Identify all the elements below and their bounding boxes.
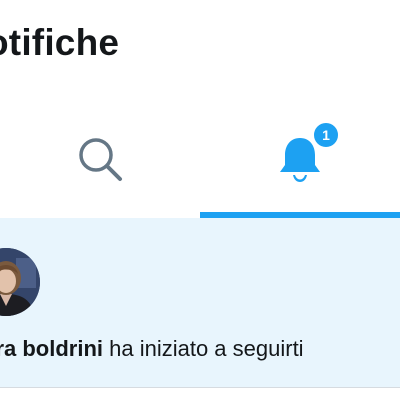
avatar[interactable] — [0, 248, 40, 316]
search-icon — [75, 134, 125, 184]
follow-notification[interactable]: ura boldrini ha iniziato a seguirti — [0, 218, 400, 388]
header: otifiche — [0, 0, 400, 96]
notification-text: ura boldrini ha iniziato a seguirti — [0, 336, 304, 362]
tab-search[interactable] — [0, 96, 200, 218]
tab-bar: 1 — [0, 96, 400, 218]
page-title: otifiche — [0, 22, 120, 63]
notification-count-badge: 1 — [311, 120, 341, 150]
notification-message: ha iniziato a seguirti — [109, 336, 304, 361]
user-name[interactable]: ura boldrini — [0, 336, 103, 361]
tab-notifications[interactable]: 1 — [200, 96, 400, 218]
notifications-screen: otifiche 1 — [0, 0, 400, 400]
feed-background — [0, 388, 400, 400]
